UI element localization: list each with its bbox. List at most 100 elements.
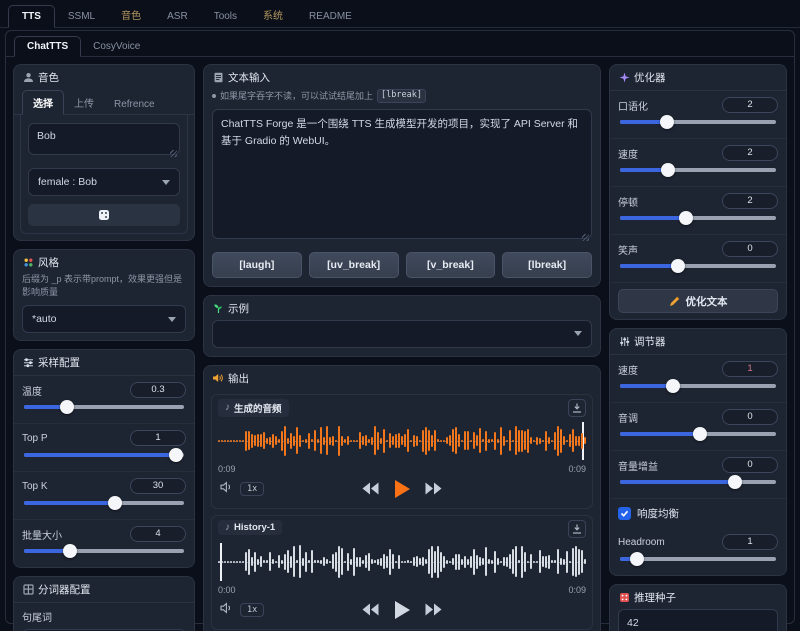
speaker-voice-dropdown[interactable]: female : Bob	[28, 168, 180, 196]
tab-voice[interactable]: 音色	[108, 2, 154, 27]
slider-value-input[interactable]: 0	[722, 457, 778, 473]
writing-hand-icon	[669, 295, 681, 307]
slider-handle[interactable]	[108, 496, 122, 510]
loudness-eq-row: 响度均衡	[610, 498, 786, 528]
palette-icon	[22, 257, 34, 269]
style-dropdown[interactable]: *auto	[22, 305, 186, 333]
speaker-tab-select[interactable]: 选择	[22, 90, 64, 115]
slider-handle[interactable]	[60, 400, 74, 414]
insert-lbreak-button[interactable]: [lbreak]	[502, 252, 592, 278]
slider-label: 笑声	[618, 242, 638, 257]
slider-track[interactable]	[24, 549, 184, 553]
text-input-card: 文本输入 如果尾字吞字不读，可以试试结尾加上 [lbreak] ChatTTS …	[203, 64, 601, 287]
slider-label: 速度	[618, 146, 638, 161]
music-note-icon: ♪	[225, 522, 230, 533]
speaker-tab-reference[interactable]: Refrence	[104, 95, 165, 114]
slider-value-input[interactable]: 0	[722, 409, 778, 425]
playback-speed-button[interactable]: 1x	[240, 482, 264, 496]
speaker-name-input[interactable]: Bob	[28, 123, 180, 155]
waveform[interactable]	[218, 541, 586, 583]
slider-value-input[interactable]: 1	[722, 361, 778, 377]
waveform[interactable]	[218, 420, 586, 462]
loudness-eq-label: 响度均衡	[637, 506, 679, 521]
slider-track[interactable]	[620, 168, 776, 172]
slider-handle[interactable]	[660, 115, 674, 129]
style-hint: 后缀为 _p 表示带prompt，效果更强但是影响质量	[22, 273, 186, 298]
speaker-card-title: 音色	[38, 70, 59, 85]
slider-label: Top K	[22, 481, 48, 492]
slider-track[interactable]	[24, 405, 184, 409]
slider-label: 停顿	[618, 194, 638, 209]
slider-track[interactable]	[620, 216, 776, 220]
rewind-button[interactable]	[362, 603, 379, 621]
speaker-random-button[interactable]	[28, 204, 180, 226]
slider-handle[interactable]	[661, 163, 675, 177]
slider-row-adj-speed: 速度 1	[610, 355, 786, 402]
seed-input[interactable]	[618, 609, 778, 631]
tab-cosyvoice[interactable]: CosyVoice	[81, 37, 152, 56]
volume-icon[interactable]	[220, 601, 234, 619]
tab-ssml[interactable]: SSML	[55, 6, 108, 27]
slider-value-input[interactable]: 30	[130, 478, 186, 494]
insert-laugh-button[interactable]: [laugh]	[212, 252, 302, 278]
tab-system[interactable]: 系统	[250, 2, 296, 27]
slider-row-top-p: Top P 1	[14, 423, 194, 471]
forward-button[interactable]	[425, 603, 442, 621]
download-button[interactable]	[568, 520, 586, 538]
slider-value-input[interactable]: 2	[722, 145, 778, 161]
speaker-select-panel: Bob female : Bob	[20, 115, 188, 234]
slider-value-input[interactable]: 0	[722, 241, 778, 257]
slider-handle[interactable]	[679, 211, 693, 225]
slider-track[interactable]	[620, 120, 776, 124]
slider-handle[interactable]	[728, 475, 742, 489]
chevron-down-icon	[574, 331, 582, 336]
slider-value-input[interactable]: 1	[130, 430, 186, 446]
slider-track[interactable]	[620, 557, 776, 561]
download-button[interactable]	[568, 399, 586, 417]
insert-v-break-button[interactable]: [v_break]	[406, 252, 496, 278]
slider-value-input[interactable]: 4	[130, 526, 186, 542]
slider-track[interactable]	[620, 480, 776, 484]
slider-track[interactable]	[620, 432, 776, 436]
tab-readme[interactable]: README	[296, 6, 365, 27]
play-button[interactable]	[393, 600, 411, 625]
slider-handle[interactable]	[63, 544, 77, 558]
tab-asr[interactable]: ASR	[154, 6, 201, 27]
speaker-person-icon	[22, 72, 34, 84]
slider-value-input[interactable]: 0.3	[130, 382, 186, 398]
slider-handle[interactable]	[630, 552, 644, 566]
splitter-card: 分词器配置 句尾词 [uv_break] 分词器阈值 100	[13, 576, 195, 631]
playback-speed-button[interactable]: 1x	[240, 603, 264, 617]
slider-value-input[interactable]: 1	[722, 534, 778, 550]
tab-chattts[interactable]: ChatTTS	[14, 36, 81, 57]
seedling-icon	[212, 302, 224, 314]
level-slider-icon	[618, 336, 630, 348]
examples-dropdown[interactable]	[212, 320, 592, 348]
examples-card-title: 示例	[228, 301, 249, 316]
insert-uv-break-button[interactable]: [uv_break]	[309, 252, 399, 278]
rewind-button[interactable]	[362, 482, 379, 500]
refine-text-button[interactable]: 优化文本	[618, 289, 778, 313]
slider-track[interactable]	[24, 501, 184, 505]
forward-button[interactable]	[425, 482, 442, 500]
volume-icon[interactable]	[220, 480, 234, 498]
slider-track[interactable]	[24, 453, 184, 457]
audio-label: History-1	[234, 522, 275, 533]
slider-label: 批量大小	[22, 527, 62, 542]
loudness-eq-checkbox[interactable]	[618, 507, 631, 520]
slider-track[interactable]	[620, 264, 776, 268]
slider-value-input[interactable]: 2	[722, 97, 778, 113]
slider-handle[interactable]	[169, 448, 183, 462]
play-button[interactable]	[393, 479, 411, 504]
slider-handle[interactable]	[693, 427, 707, 441]
tts-text-input[interactable]: ChatTTS Forge 是一个围绕 TTS 生成模型开发的项目，实现了 AP…	[212, 109, 592, 239]
slider-value-input[interactable]: 2	[722, 193, 778, 209]
slider-track[interactable]	[620, 384, 776, 388]
tab-tts[interactable]: TTS	[8, 5, 55, 28]
slider-handle[interactable]	[666, 379, 680, 393]
speaker-tab-upload[interactable]: 上传	[64, 91, 104, 114]
slider-handle[interactable]	[671, 259, 685, 273]
slider-row-batch-size: 批量大小 4	[14, 519, 194, 567]
audio-label-chip: ♪ History-1	[218, 520, 282, 535]
tab-tools[interactable]: Tools	[201, 6, 250, 27]
